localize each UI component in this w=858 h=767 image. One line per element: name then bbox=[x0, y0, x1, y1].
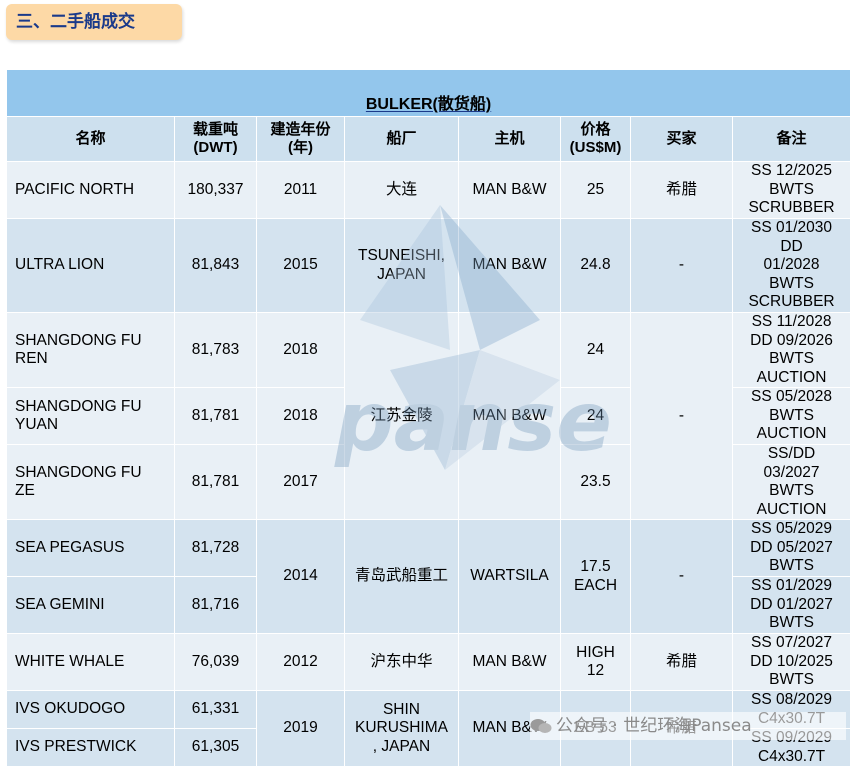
vessel-name: IVS OKUDOGO bbox=[6, 690, 175, 729]
buyer-cell: 希腊 bbox=[630, 690, 733, 767]
table-row: ULTRA LION 81,843 2015 TSUNEISHI, JAPAN M… bbox=[6, 218, 852, 313]
engine-cell: MAN B&W bbox=[458, 312, 561, 520]
dwt-cell: 180,337 bbox=[174, 161, 257, 219]
vessel-name: IVS PRESTWICK bbox=[6, 728, 175, 767]
price-cell: 24 bbox=[560, 312, 631, 388]
dwt-cell: 81,843 bbox=[174, 218, 257, 313]
category-header: BULKER(散货船) bbox=[5, 69, 852, 117]
dwt-cell: 76,039 bbox=[174, 633, 257, 691]
engine-cell: MAN B&W bbox=[458, 690, 561, 767]
dwt-cell: 61,331 bbox=[174, 690, 257, 729]
vessel-name: SHANGDONG FU ZE bbox=[6, 444, 175, 520]
engine-cell: MAN B&W bbox=[458, 633, 561, 691]
dwt-cell: 81,783 bbox=[174, 312, 257, 388]
engine-cell: MAN B&W bbox=[458, 161, 561, 219]
price-cell: EB 53 bbox=[560, 690, 631, 767]
dwt-cell: 81,781 bbox=[174, 387, 257, 445]
yard-cell: SHIN KURUSHIMA, JAPAN bbox=[344, 690, 459, 767]
built-cell: 2018 bbox=[256, 387, 345, 445]
col-header-name: 名称 bbox=[6, 116, 175, 162]
table-row: SHANGDONG FU REN 81,783 2018 江苏金陵 MAN B&W… bbox=[6, 312, 852, 520]
remark-cell: SS 07/2027 DD 10/2025 BWTS bbox=[731, 633, 852, 691]
buyer-cell: - bbox=[630, 519, 733, 634]
remark-cell: SS 11/2028 DD 09/2026 BWTS AUCTION bbox=[731, 312, 852, 388]
remark-cell: SS 05/2028 BWTS AUCTION bbox=[731, 387, 852, 445]
built-cell: 2018 bbox=[256, 312, 345, 388]
built-cell: 2015 bbox=[256, 218, 345, 313]
section-title: 三、二手船成交 bbox=[6, 4, 182, 40]
yard-cell: 江苏金陵 bbox=[344, 312, 459, 520]
vessel-name: SHANGDONG FU REN bbox=[6, 312, 175, 388]
vessel-name: ULTRA LION bbox=[6, 218, 175, 313]
vessel-name: SHANGDONG FU YUAN bbox=[6, 387, 175, 445]
yard-cell: 青岛武船重工 bbox=[344, 519, 459, 634]
vessel-name: PACIFIC NORTH bbox=[6, 161, 175, 219]
price-cell: 17.5 EACH bbox=[560, 519, 631, 634]
built-cell: 2017 bbox=[256, 444, 345, 520]
price-cell: 24 bbox=[560, 387, 631, 445]
table-row: PACIFIC NORTH 180,337 2011 大连 MAN B&W 25… bbox=[6, 161, 852, 219]
col-header-yard: 船厂 bbox=[344, 116, 459, 162]
built-cell: 2011 bbox=[256, 161, 345, 219]
dwt-cell: 61,305 bbox=[174, 728, 257, 767]
engine-cell: WARTSILA bbox=[458, 519, 561, 634]
dwt-cell: 81,781 bbox=[174, 444, 257, 520]
yard-cell: TSUNEISHI, JAPAN bbox=[344, 218, 459, 313]
table-row: WHITE WHALE 76,039 2012 沪东中华 MAN B&W HIG… bbox=[6, 633, 852, 691]
vessel-name: SEA PEGASUS bbox=[6, 519, 175, 577]
dwt-cell: 81,728 bbox=[174, 519, 257, 577]
yard-cell: 沪东中华 bbox=[344, 633, 459, 691]
remark-cell: SS 09/2029 C4x30.7T bbox=[731, 728, 852, 767]
remark-cell: SS 01/2030 DD 01/2028 BWTS SCRUBBER bbox=[731, 218, 852, 313]
remark-cell: SS/DD 03/2027 BWTS AUCTION bbox=[731, 444, 852, 520]
vessel-name: WHITE WHALE bbox=[6, 633, 175, 691]
col-header-remark: 备注 bbox=[731, 116, 852, 162]
col-header-engine: 主机 bbox=[458, 116, 561, 162]
price-cell: 24.8 bbox=[560, 218, 631, 313]
column-header-row: 名称 载重吨 (DWT) 建造年份 (年) 船厂 主机 价格 (US$M) 买家 备注 bbox=[6, 116, 852, 162]
built-cell: 2014 bbox=[256, 519, 345, 634]
vessel-name: SEA GEMINI bbox=[6, 576, 175, 634]
buyer-cell: 希腊 bbox=[630, 633, 733, 691]
built-cell: 2019 bbox=[256, 690, 345, 767]
remark-cell: SS 05/2029 DD 05/2027 BWTS bbox=[731, 519, 852, 577]
remark-cell: SS 08/2029 C4x30.7T bbox=[731, 690, 852, 729]
col-header-buyer: 买家 bbox=[630, 116, 733, 162]
dwt-cell: 81,716 bbox=[174, 576, 257, 634]
price-cell: 23.5 bbox=[560, 444, 631, 520]
buyer-cell: - bbox=[630, 218, 733, 313]
price-cell: 25 bbox=[560, 161, 631, 219]
col-header-price: 价格 (US$M) bbox=[560, 116, 631, 162]
price-cell: HIGH 12 bbox=[560, 633, 631, 691]
table-row: IVS OKUDOGO 61,331 2019 SHIN KURUSHIMA, J… bbox=[6, 690, 852, 767]
bulker-sales-table: BULKER(散货船) 名称 载重吨 (DWT) 建造年份 (年) 船厂 主机 价格… bbox=[5, 69, 852, 767]
yard-cell: 大连 bbox=[344, 161, 459, 219]
remark-cell: SS 01/2029 DD 01/2027 BWTS bbox=[731, 576, 852, 634]
col-header-built: 建造年份 (年) bbox=[256, 116, 345, 162]
engine-cell: MAN B&W bbox=[458, 218, 561, 313]
col-header-dwt: 载重吨 (DWT) bbox=[174, 116, 257, 162]
table-row: SEA PEGASUS 81,728 2014 青岛武船重工 WARTSILA … bbox=[6, 519, 852, 634]
buyer-cell: 希腊 bbox=[630, 161, 733, 219]
built-cell: 2012 bbox=[256, 633, 345, 691]
category-title: BULKER(散货船) bbox=[365, 95, 492, 113]
remark-cell: SS 12/2025 BWTS SCRUBBER bbox=[731, 161, 852, 219]
buyer-cell: - bbox=[630, 312, 733, 520]
